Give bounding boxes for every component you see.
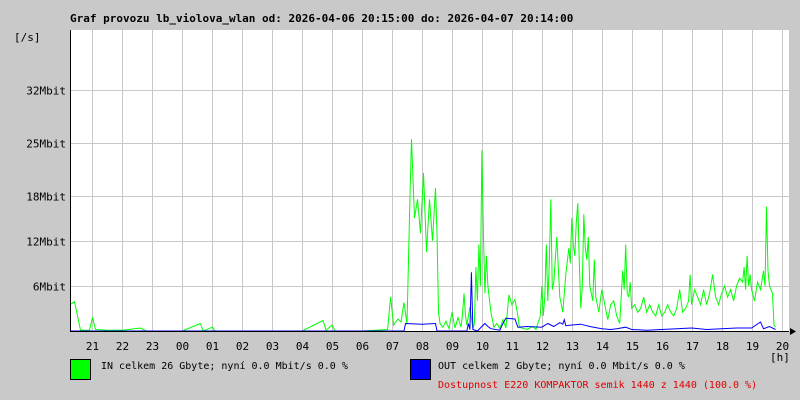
y-tick-labels: 6Mbit 12Mbit 18Mbit 25Mbit 32Mbit [26,85,66,294]
y-tick-label: 18Mbit [26,191,66,204]
x-tick-label: 00 [176,340,189,353]
x-tick-label: 23 [146,340,159,353]
x-tick-label: 11 [506,340,519,353]
x-tick-label: 03 [266,340,279,353]
y-tick-label: 6Mbit [33,281,66,294]
y-tick-label: 12Mbit [26,236,66,249]
legend-swatch-in [70,359,91,380]
x-tick-label: 05 [326,340,339,353]
x-tick-label: 02 [236,340,249,353]
traffic-chart: Graf provozu lb_violova_wlan od: 2026-04… [14,12,796,364]
x-axis-arrow [790,328,796,335]
chart-title: Graf provozu lb_violova_wlan od: 2026-04… [70,12,573,25]
plot-area [70,30,789,331]
x-tick-label: 18 [716,340,729,353]
y-tick-label: 25Mbit [26,138,66,151]
y-axis-unit-label: [/s] [14,31,41,44]
x-tick-label: 15 [626,340,639,353]
x-tick-label: 14 [596,340,610,353]
x-tick-label: 17 [686,340,699,353]
x-tick-label: 10 [476,340,489,353]
x-tick-label: 20 [776,340,789,353]
x-tick-label: 21 [86,340,99,353]
x-tick-label: 22 [116,340,129,353]
legend-text-out: OUT celkem 2 Gbyte; nyní 0.0 Mbit/s 0.0 … [438,361,685,372]
x-tick-labels: 21 22 23 00 01 02 03 04 05 06 07 08 09 10 11 12 13 14 15 16… [86,340,789,353]
x-tick-label: 01 [206,340,219,353]
x-tick-label: 04 [296,340,310,353]
x-tick-label: 13 [566,340,579,353]
traffic-graph: Graf provozu lb_violova_wlan od: 2026-04… [0,0,800,400]
legend-text-in: IN celkem 26 Gbyte; nyní 0.0 Mbit/s 0.0 … [101,361,348,372]
x-tick-label: 12 [536,340,549,353]
y-tick-label: 32Mbit [26,85,66,98]
availability-note: Dostupnost E220 KOMPAKTOR semik 1440 z 1… [438,380,758,391]
legend-swatch-out [410,359,431,380]
x-tick-label: 09 [446,340,459,353]
x-tick-label: 07 [386,340,399,353]
x-tick-label: 08 [416,340,429,353]
x-tick-label: 06 [356,340,369,353]
x-tick-label: 16 [656,340,669,353]
x-tick-label: 19 [746,340,759,353]
